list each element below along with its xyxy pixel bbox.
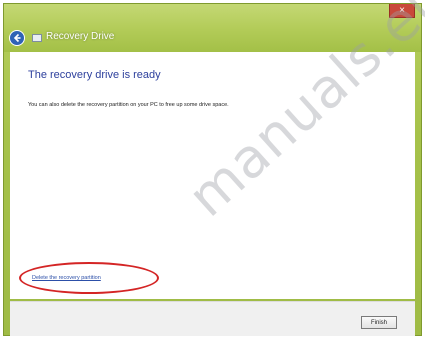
finish-button[interactable]: Finish [361,316,397,329]
title-bar: × Recovery Drive [4,4,421,52]
highlight-annotation [19,262,159,294]
back-arrow-icon [13,33,21,43]
close-button[interactable]: × [389,4,415,18]
window-title: Recovery Drive [46,31,115,42]
back-button[interactable] [9,30,25,46]
main-content: The recovery drive is ready You can also… [10,52,415,299]
footer-bar: Finish [10,301,415,336]
description-text: You can also delete the recovery partiti… [28,102,229,108]
close-icon: × [399,5,405,16]
recovery-drive-window: × Recovery Drive The recovery drive is r… [3,3,422,336]
page-heading: The recovery drive is ready [28,69,161,81]
recovery-drive-icon [32,34,42,42]
